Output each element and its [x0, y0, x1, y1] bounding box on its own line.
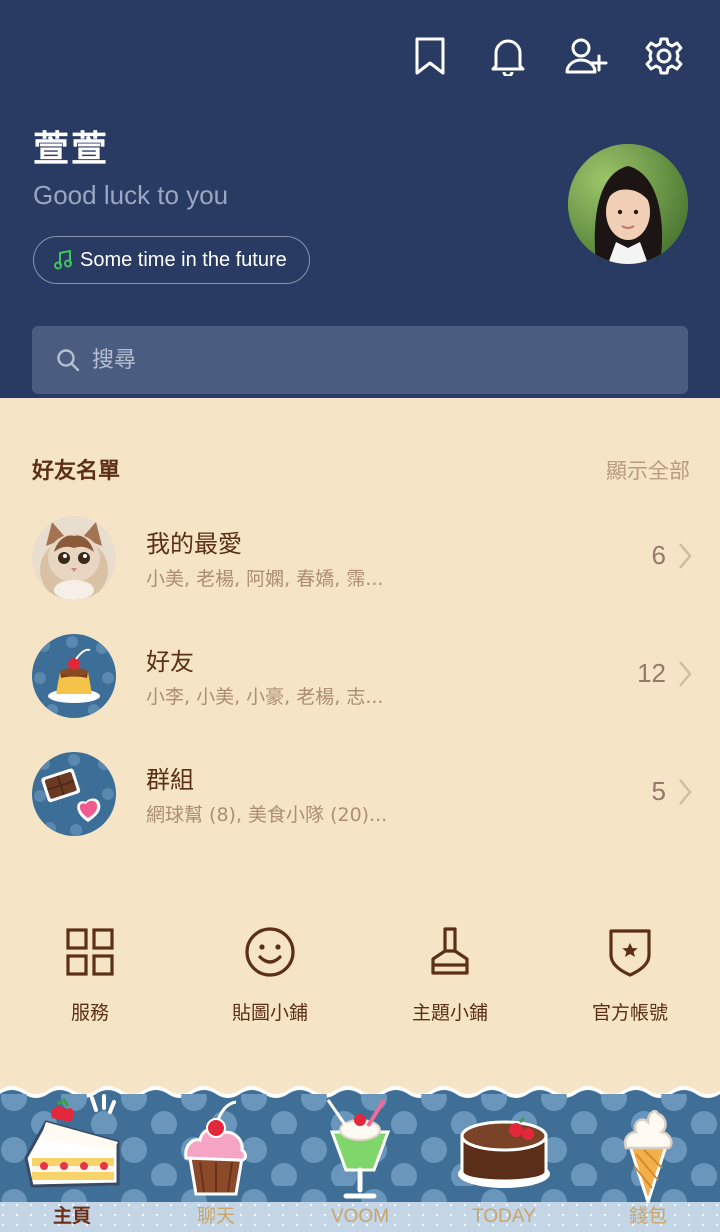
tab-chats-label: 聊天 [196, 1206, 235, 1227]
search-icon [57, 349, 80, 372]
user-name[interactable]: 萱萱 [33, 120, 109, 172]
official-accounts-button[interactable]: 官方帳號 [540, 920, 720, 1040]
cupcake-icon [184, 1100, 247, 1196]
theme-shop-label: 主題小鋪 [411, 1002, 488, 1024]
header-actions [408, 34, 686, 78]
friends-section-title: 好友名單 [32, 459, 121, 484]
list-item-members: 小李, 小美, 小豪, 老楊, 志... [146, 686, 384, 708]
search-input[interactable] [92, 347, 652, 373]
list-item-title: 我的最愛 [146, 530, 242, 558]
list-item-count: 12 [637, 658, 666, 688]
list-item-favorites[interactable]: 我的最愛 小美, 老楊, 阿嫻, 春嬌, 霈... 6 [0, 502, 720, 612]
bell-icon[interactable] [486, 34, 530, 78]
theme-shop-button[interactable]: 主題小鋪 [360, 920, 540, 1040]
list-item-friends[interactable]: 好友 小李, 小美, 小豪, 老楊, 志... 12 [0, 620, 720, 730]
chocolate-heart-thumbnail-icon [32, 752, 116, 836]
tab-chats[interactable]: 聊天 [144, 1082, 288, 1232]
tab-wallet-label: 錢包 [628, 1206, 667, 1227]
tab-home[interactable]: 主頁 [0, 1082, 144, 1232]
services-row: 服務 貼圖小鋪 主題小鋪 官方帳號 [0, 920, 720, 1040]
official-accounts-label: 官方帳號 [591, 1002, 668, 1024]
music-title: Some time in the future [80, 248, 287, 271]
sticker-shop-label: 貼圖小鋪 [231, 1002, 308, 1024]
tab-voom[interactable]: VOOM [288, 1082, 432, 1232]
profile-header: 萱萱 Good luck to you Some time in the fut… [0, 0, 720, 398]
list-item-title: 群組 [146, 766, 194, 794]
cream-soda-icon [326, 1098, 391, 1199]
tab-today-label: TODAY [472, 1206, 536, 1227]
pudding-thumbnail-icon [32, 634, 116, 718]
cat-thumbnail-icon [32, 516, 116, 600]
tab-home-label: 主頁 [52, 1206, 91, 1227]
avatar[interactable] [568, 144, 688, 264]
bottom-tab-bar: 主頁 聊天 VOOM TODAY 錢包 [0, 1082, 720, 1232]
list-item-groups[interactable]: 群組 網球幫 (8), 美食小隊 (20)... 5 [0, 738, 720, 848]
tab-wallet[interactable]: 錢包 [576, 1082, 720, 1232]
status-message[interactable]: Good luck to you [33, 180, 228, 211]
cake-slice-icon [24, 1094, 120, 1188]
chevron-right-icon [679, 661, 692, 687]
shield-star-icon [598, 920, 662, 984]
search-bar[interactable] [32, 326, 688, 394]
list-item-count: 6 [651, 540, 666, 570]
services-label: 服務 [70, 1002, 109, 1024]
services-button[interactable]: 服務 [0, 920, 180, 1040]
list-item-title: 好友 [146, 648, 194, 676]
bookmark-icon[interactable] [408, 34, 452, 78]
list-item-count: 5 [651, 776, 666, 806]
tab-today[interactable]: TODAY [432, 1082, 576, 1232]
smiley-icon [238, 920, 302, 984]
settings-icon[interactable] [642, 34, 686, 78]
list-item-members: 網球幫 (8), 美食小隊 (20)... [146, 804, 388, 826]
show-all-link[interactable]: 顯示全部 [606, 455, 690, 485]
music-note-icon [54, 250, 72, 270]
list-item-members: 小美, 老楊, 阿嫻, 春嬌, 霈... [146, 568, 384, 590]
tab-voom-label: VOOM [330, 1206, 390, 1227]
profile-music-button[interactable]: Some time in the future [33, 236, 310, 284]
chevron-right-icon [679, 779, 692, 805]
sticker-shop-button[interactable]: 貼圖小鋪 [180, 920, 360, 1040]
chevron-right-icon [679, 543, 692, 569]
grid-icon [58, 920, 122, 984]
brush-icon [418, 920, 482, 984]
chocolate-cake-icon [458, 1116, 550, 1188]
add-friend-icon[interactable] [564, 34, 608, 78]
ice-cream-icon [623, 1110, 673, 1204]
